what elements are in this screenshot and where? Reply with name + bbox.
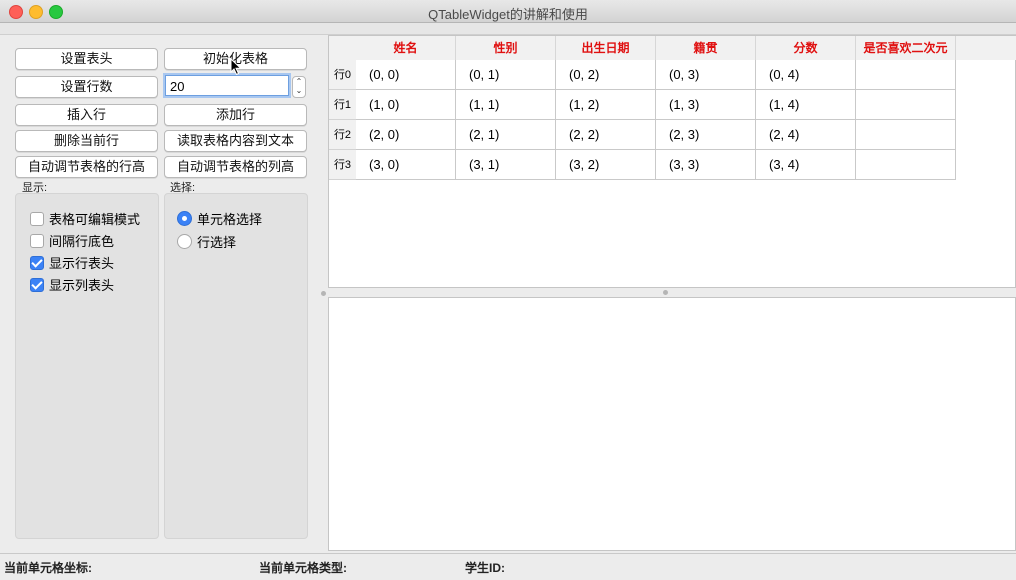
table-cell[interactable]: (0, 1) [456, 60, 556, 90]
table-cell[interactable]: (1, 1) [456, 90, 556, 120]
checked-checkbox-icon [30, 278, 44, 292]
row-header[interactable]: 行2 [329, 120, 356, 150]
table-cell[interactable]: (0, 2) [556, 60, 656, 90]
table-cell[interactable]: (0, 3) [656, 60, 756, 90]
table-cell[interactable]: (1, 0) [356, 90, 456, 120]
checked-checkbox-icon [30, 256, 44, 270]
row-select-radio[interactable]: 行选择 [177, 232, 236, 251]
row-header[interactable]: 行3 [329, 150, 356, 180]
vertical-splitter-grip-icon[interactable] [321, 291, 326, 296]
table-cell[interactable]: (0, 0) [356, 60, 456, 90]
table-cell[interactable]: (2, 2) [556, 120, 656, 150]
text-output-area[interactable] [328, 297, 1016, 551]
status-bar: 当前单元格坐标: 当前单元格类型: 学生ID: [0, 553, 1016, 580]
table-cell[interactable] [856, 120, 956, 150]
row-header[interactable]: 行1 [329, 90, 356, 120]
row-header[interactable]: 行0 [329, 60, 356, 90]
insert-row-button[interactable]: 插入行 [15, 104, 158, 126]
auto-col-width-button[interactable]: 自动调节表格的列高 [164, 156, 307, 178]
show-column-header-checkbox[interactable]: 显示列表头 [30, 275, 114, 294]
delete-row-button[interactable]: 删除当前行 [15, 130, 158, 152]
current-cell-coord-label: 当前单元格坐标: [4, 561, 92, 575]
column-header-row: 姓名 性别 出生日期 籍贯 分数 是否喜欢二次元 [329, 36, 1016, 60]
alternate-row-color-checkbox[interactable]: 间隔行底色 [30, 231, 114, 250]
checkbox-icon [30, 234, 44, 248]
column-header-birthdate[interactable]: 出生日期 [556, 36, 656, 60]
table-cell[interactable] [856, 90, 956, 120]
table-cell[interactable]: (2, 4) [756, 120, 856, 150]
radio-selected-icon [177, 211, 192, 226]
student-id-label: 学生ID: [465, 561, 505, 575]
toolbar-strip [0, 23, 1016, 35]
read-table-button[interactable]: 读取表格内容到文本 [164, 130, 307, 152]
row-count-input[interactable]: 20 [165, 75, 289, 96]
table-cell[interactable]: (2, 1) [456, 120, 556, 150]
radio-icon [177, 234, 192, 249]
table-cell[interactable]: (1, 4) [756, 90, 856, 120]
current-cell-type-label: 当前单元格类型: [259, 561, 347, 575]
table-cell[interactable]: (0, 4) [756, 60, 856, 90]
splitter-handle[interactable] [322, 289, 1016, 297]
editable-mode-checkbox[interactable]: 表格可编辑模式 [30, 209, 140, 228]
title-bar: QTableWidget的讲解和使用 [0, 0, 1016, 23]
select-group: 单元格选择 行选择 [164, 193, 308, 539]
display-group: 表格可编辑模式 间隔行底色 显示行表头 显示列表头 [15, 193, 159, 539]
table-cell[interactable]: (3, 4) [756, 150, 856, 180]
table-cell[interactable]: (3, 1) [456, 150, 556, 180]
table-cell[interactable] [856, 150, 956, 180]
table-cell[interactable]: (3, 3) [656, 150, 756, 180]
column-header-gender[interactable]: 性别 [456, 36, 556, 60]
table-cell[interactable]: (2, 0) [356, 120, 456, 150]
checkbox-icon [30, 212, 44, 226]
table-cell[interactable]: (1, 3) [656, 90, 756, 120]
cell-select-radio[interactable]: 单元格选择 [177, 209, 262, 228]
table-cell[interactable]: (3, 0) [356, 150, 456, 180]
set-header-button[interactable]: 设置表头 [15, 48, 158, 70]
mouse-cursor-icon [230, 58, 242, 76]
column-header-hometown[interactable]: 籍贯 [656, 36, 756, 60]
add-row-button[interactable]: 添加行 [164, 104, 307, 126]
table-cell[interactable]: (1, 2) [556, 90, 656, 120]
column-header-score[interactable]: 分数 [756, 36, 856, 60]
set-rows-button[interactable]: 设置行数 [15, 76, 158, 98]
auto-row-height-button[interactable]: 自动调节表格的行高 [15, 156, 158, 178]
table-cell[interactable]: (3, 2) [556, 150, 656, 180]
row-count-stepper[interactable]: ⌃ ⌄ [292, 76, 306, 98]
column-header-likes-anime[interactable]: 是否喜欢二次元 [856, 36, 956, 60]
table-cell[interactable]: (2, 3) [656, 120, 756, 150]
table-cell[interactable] [856, 60, 956, 90]
splitter-grip-icon [663, 290, 668, 295]
window-title: QTableWidget的讲解和使用 [428, 7, 588, 22]
column-header-name[interactable]: 姓名 [356, 36, 456, 60]
table-widget[interactable]: 姓名 性别 出生日期 籍贯 分数 是否喜欢二次元 行0 (0, 0) (0, 1… [328, 35, 1016, 288]
show-row-header-checkbox[interactable]: 显示行表头 [30, 253, 114, 272]
